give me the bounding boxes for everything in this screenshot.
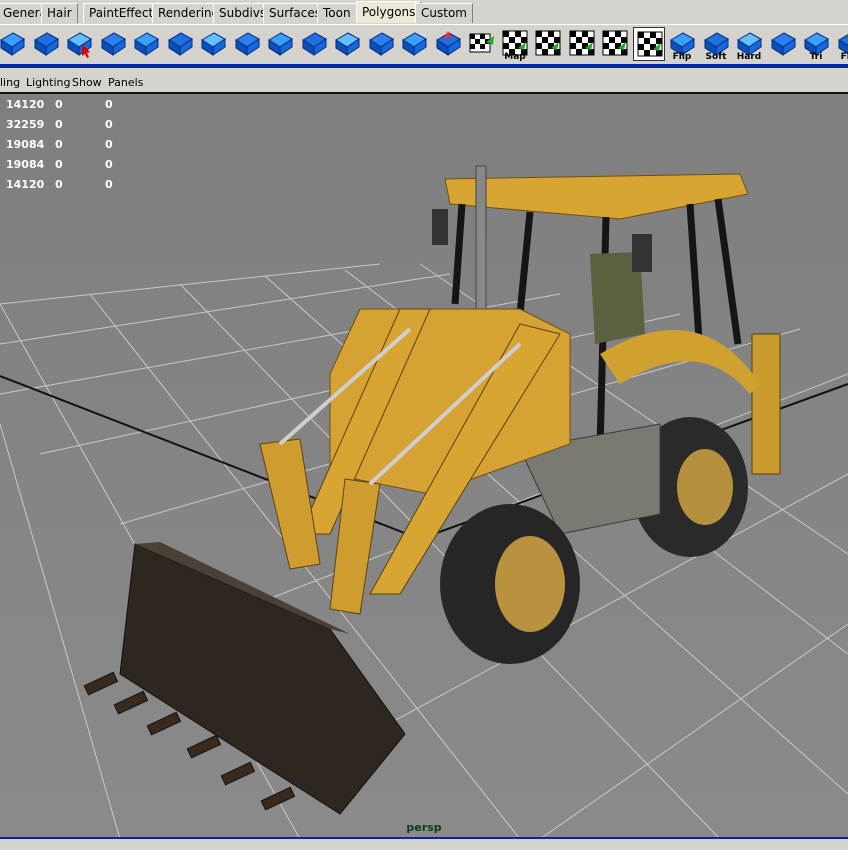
normals-soft-icon[interactable]: Soft bbox=[700, 27, 732, 62]
poly-plane-icon[interactable] bbox=[30, 27, 62, 61]
hud-value: 0 bbox=[55, 118, 63, 131]
poly-extrude-icon[interactable] bbox=[97, 27, 129, 61]
hud-value: 0 bbox=[105, 178, 113, 191]
hud-value: 14120 bbox=[6, 98, 45, 111]
hud-value: 14120 bbox=[6, 178, 45, 191]
poly-combine-icon[interactable] bbox=[398, 27, 430, 61]
camera-label: persp bbox=[406, 821, 442, 834]
panel-menu-bar: ling Lighting Show Panels bbox=[0, 74, 848, 92]
uv-planar-icon[interactable] bbox=[465, 27, 497, 61]
poly-bevel-icon[interactable] bbox=[164, 27, 196, 61]
hud-value: 32259 bbox=[6, 118, 45, 131]
hud-value: 0 bbox=[105, 138, 113, 151]
hud-value: 0 bbox=[105, 158, 113, 171]
poly-merge-icon[interactable] bbox=[298, 27, 330, 61]
tab-hair[interactable]: Hair bbox=[41, 3, 78, 23]
ground-grid bbox=[0, 165, 848, 839]
poly-chamfer-icon[interactable] bbox=[197, 27, 229, 61]
poly-cube-icon[interactable] bbox=[0, 27, 28, 61]
hud-value: 19084 bbox=[6, 138, 45, 151]
hud-value: 0 bbox=[55, 98, 63, 111]
poly-smooth-icon[interactable] bbox=[767, 27, 799, 61]
shelf-icon-label: Map bbox=[504, 52, 526, 62]
tab-polygons[interactable]: Polygons bbox=[356, 1, 422, 23]
tab-toon[interactable]: Toon bbox=[317, 3, 357, 23]
hud-value: 0 bbox=[105, 98, 113, 111]
uv-auto-icon[interactable] bbox=[599, 27, 631, 61]
uv-spherical-icon[interactable] bbox=[566, 27, 598, 61]
hud-value: 0 bbox=[105, 118, 113, 131]
tab-custom[interactable]: Custom bbox=[415, 3, 473, 23]
poly-subdivide-icon[interactable] bbox=[264, 27, 296, 61]
uv-cylindrical-icon[interactable] bbox=[532, 27, 564, 61]
poly-duplicate-icon[interactable] bbox=[365, 27, 397, 61]
normals-flip-icon[interactable]: Flip bbox=[666, 27, 698, 62]
menu-panels[interactable]: Panels bbox=[108, 76, 143, 89]
backhoe-model[interactable] bbox=[83, 165, 781, 815]
menu-lighting[interactable]: Lighting bbox=[26, 76, 70, 89]
normals-hard-icon[interactable]: Hard bbox=[733, 27, 765, 62]
shelf-icon-label: Flip bbox=[840, 52, 848, 62]
menu-shading[interactable]: ling bbox=[0, 76, 20, 89]
shelf-tab-bar: General Hair PaintEffects Rendering Subd… bbox=[0, 0, 848, 24]
polygon-shelf: Map Flip Soft Hard Tri Flip bbox=[0, 24, 848, 65]
triangulate-icon[interactable]: Tri bbox=[800, 27, 832, 62]
poly-wedge-icon[interactable] bbox=[130, 27, 162, 61]
hud-value: 19084 bbox=[6, 158, 45, 171]
hud-value: 0 bbox=[55, 178, 63, 191]
menu-show[interactable]: Show bbox=[72, 76, 102, 89]
uv-editor-icon[interactable] bbox=[633, 27, 665, 61]
perspective-viewport[interactable]: 14120 0 0 32259 0 0 19084 0 0 19084 0 0 … bbox=[0, 92, 848, 839]
poly-separate-icon[interactable] bbox=[432, 27, 464, 61]
shelf-icon-label: Hard bbox=[736, 52, 762, 62]
poly-split-icon[interactable] bbox=[231, 27, 263, 61]
poly-cut-icon[interactable] bbox=[331, 27, 363, 61]
shelf-icon-label: Tri bbox=[809, 52, 823, 62]
hud-value: 0 bbox=[55, 138, 63, 151]
shelf-icon-label: Flip bbox=[672, 52, 692, 62]
hud-value: 0 bbox=[55, 158, 63, 171]
flip-edge-icon[interactable]: Flip bbox=[834, 27, 848, 62]
uv-map-icon[interactable]: Map bbox=[499, 27, 531, 62]
viewport-bottom-border bbox=[0, 837, 848, 850]
select-tool-icon[interactable] bbox=[63, 27, 95, 61]
shelf-icon-label: Soft bbox=[705, 52, 727, 62]
